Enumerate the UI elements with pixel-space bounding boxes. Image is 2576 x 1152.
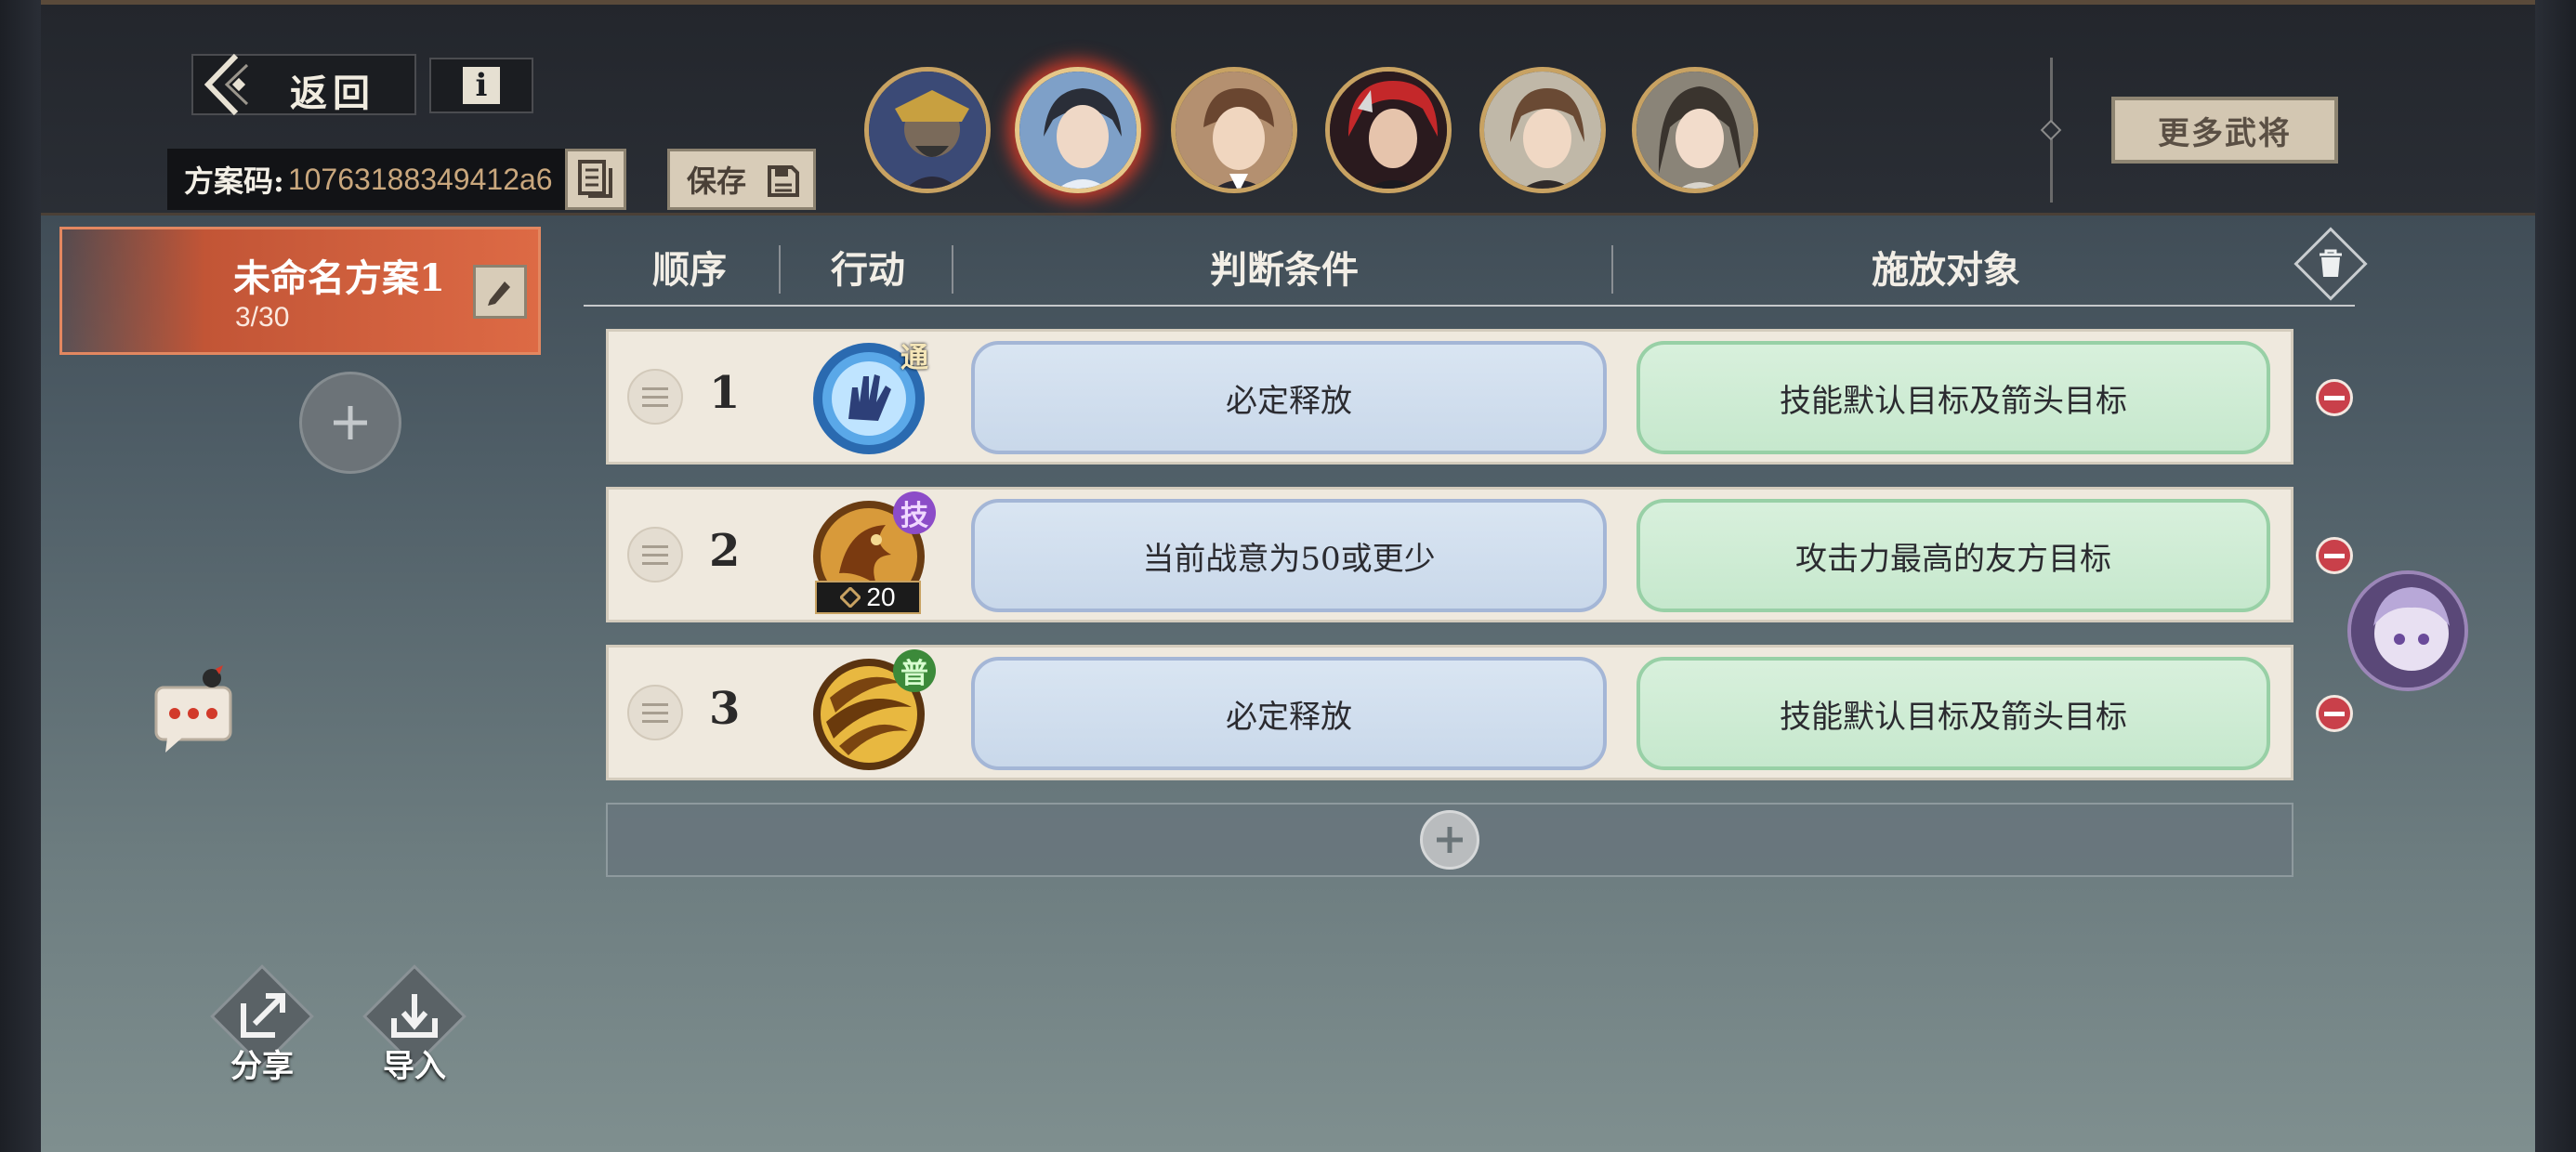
general-portrait-2[interactable]	[1015, 67, 1141, 193]
condition-field[interactable]: 必定释放	[971, 341, 1607, 454]
column-target: 施放对象	[1872, 248, 2020, 292]
row-number: 1	[709, 367, 741, 419]
header-underline	[584, 305, 2355, 307]
skill-type-badge: 技	[893, 491, 936, 534]
target-field[interactable]: 技能默认目标及箭头目标	[1636, 341, 2270, 454]
plan-code-box: 方案码: 10763188349412a6	[167, 149, 567, 210]
cost-icon	[840, 587, 861, 608]
skill-cost-value: 20	[866, 583, 896, 611]
more-generals-label: 更多武将	[2158, 114, 2292, 152]
back-button[interactable]: 返回	[191, 53, 416, 116]
plus-icon	[334, 406, 367, 439]
plan-title: 未命名方案1	[233, 256, 445, 300]
edit-plan-button[interactable]	[473, 265, 527, 319]
info-button[interactable]: i	[429, 58, 533, 113]
trash-icon	[2320, 249, 2342, 277]
plan-code-value: 10763188349412a6	[287, 162, 553, 196]
top-line	[41, 0, 2535, 5]
drag-handle-icon[interactable]	[627, 527, 683, 583]
general-portrait-5[interactable]	[1479, 67, 1606, 193]
general-portrait-3[interactable]	[1171, 67, 1297, 193]
condition-field[interactable]: 当前战意为50或更少	[971, 499, 1607, 612]
column-action: 行动	[831, 248, 905, 292]
chat-bubble-icon[interactable]	[152, 665, 236, 754]
copy-code-button[interactable]	[565, 149, 626, 210]
save-button[interactable]: 保存	[667, 149, 816, 210]
assistant-avatar[interactable]	[2347, 570, 2468, 691]
target-text: 攻击力最高的友方目标	[1795, 540, 2111, 578]
info-icon: i	[463, 67, 500, 104]
condition-text: 当前战意为50或更少	[1142, 540, 1436, 578]
header-separator	[779, 245, 781, 294]
target-field[interactable]: 技能默认目标及箭头目标	[1636, 657, 2270, 770]
row-number: 2	[709, 525, 741, 577]
import-label: 导入	[383, 1048, 446, 1085]
plan-card[interactable]: 未命名方案1 3/30	[59, 227, 541, 355]
general-portrait-6[interactable]	[1632, 67, 1758, 193]
header-separator	[952, 245, 953, 294]
copy-icon	[578, 160, 612, 198]
left-frame	[0, 0, 41, 1152]
condition-field[interactable]: 必定释放	[971, 657, 1607, 770]
row-number: 3	[709, 683, 741, 735]
drag-handle-icon[interactable]	[627, 369, 683, 425]
save-icon	[768, 165, 799, 197]
save-label: 保存	[687, 164, 747, 199]
column-condition: 判断条件	[1210, 248, 1359, 292]
skill-type-badge: 通	[900, 342, 928, 374]
remove-row-button[interactable]	[2316, 537, 2353, 574]
plan-count: 3/30	[235, 302, 290, 333]
more-generals-button[interactable]: 更多武将	[2111, 97, 2338, 164]
plan-code-label: 方案码:	[184, 164, 284, 199]
skill-type-badge: 普	[893, 649, 936, 692]
remove-row-button[interactable]	[2316, 695, 2353, 732]
right-frame	[2535, 0, 2576, 1152]
condition-text: 必定释放	[1226, 698, 1352, 736]
target-text: 技能默认目标及箭头目标	[1780, 382, 2127, 420]
drag-handle-icon[interactable]	[627, 685, 683, 740]
add-plan-button[interactable]	[299, 372, 401, 474]
pencil-icon	[488, 281, 510, 306]
rule-row-1: 1 通 必定释放 技能默认目标及箭头目标	[606, 329, 2293, 465]
skill-cost: 20	[815, 581, 921, 614]
rule-row-3: 3 普 必定释放 技能默认目标及箭头目标	[606, 645, 2293, 780]
column-order: 顺序	[652, 248, 727, 292]
chevron-left-icon	[204, 53, 249, 116]
share-label: 分享	[230, 1048, 294, 1085]
add-rule-row[interactable]	[606, 803, 2293, 877]
header-separator	[1611, 245, 1613, 294]
condition-text: 必定释放	[1226, 382, 1352, 420]
plus-icon	[1437, 827, 1463, 853]
back-label: 返回	[290, 72, 375, 115]
rule-row-2: 2 技 20 当前战意为50或更少 攻击力最高的友方目标	[606, 487, 2293, 622]
remove-row-button[interactable]	[2316, 379, 2353, 416]
general-portrait-1[interactable]	[864, 67, 991, 193]
target-text: 技能默认目标及箭头目标	[1780, 698, 2127, 736]
general-portrait-4[interactable]	[1325, 67, 1452, 193]
target-field[interactable]: 攻击力最高的友方目标	[1636, 499, 2270, 612]
add-rule-button[interactable]	[1420, 810, 1479, 870]
